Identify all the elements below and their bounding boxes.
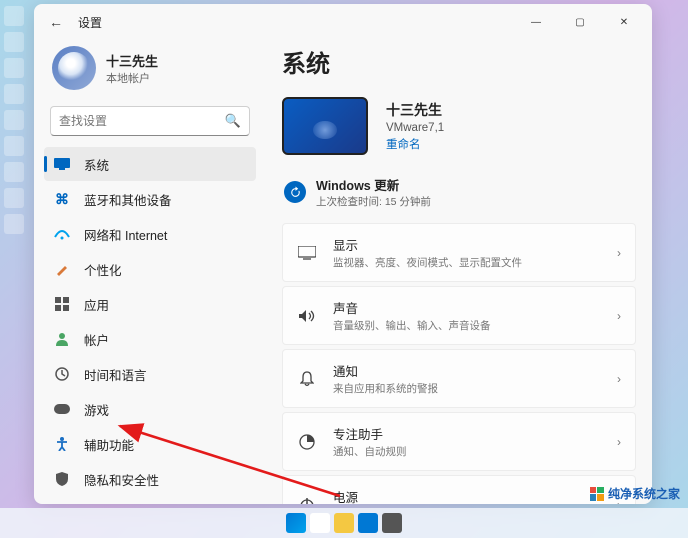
sidebar-item-3[interactable]: 个性化 <box>44 252 256 286</box>
nav-icon <box>54 296 70 312</box>
page-title: 系统 <box>282 44 636 79</box>
update-icon <box>284 181 306 203</box>
device-model: VMware7,1 <box>386 122 444 134</box>
card-title: 声音 <box>333 298 617 317</box>
device-name: 十三先生 <box>386 100 444 120</box>
sidebar-item-5[interactable]: 帐户 <box>44 322 256 356</box>
sidebar-item-2[interactable]: 网络和 Internet <box>44 217 256 251</box>
card-title: 通知 <box>333 361 617 380</box>
display-icon <box>297 246 317 260</box>
nav-label: 系统 <box>84 155 109 174</box>
update-subtitle: 上次检查时间: 15 分钟前 <box>316 194 431 209</box>
taskbar-app[interactable] <box>382 513 402 533</box>
search-box[interactable]: 🔍 <box>50 106 250 136</box>
nav-icon <box>54 401 70 417</box>
card-subtitle: 音量级别、输出、输入、声音设备 <box>333 318 617 333</box>
nav-label: 应用 <box>84 295 109 314</box>
sidebar-item-9[interactable]: 隐私和安全性 <box>44 462 256 496</box>
desktop-icons <box>0 0 28 538</box>
nav-label: 帐户 <box>84 330 109 349</box>
card-title: 电源 <box>333 487 617 504</box>
window-title: 设置 <box>78 14 102 31</box>
sidebar-item-1[interactable]: ⌘ 蓝牙和其他设备 <box>44 182 256 216</box>
rename-link[interactable]: 重命名 <box>386 136 444 152</box>
nav-label: 个性化 <box>84 260 122 279</box>
watermark-logo <box>590 487 604 501</box>
chevron-right-icon: › <box>617 435 621 449</box>
nav-icon: ⌘ <box>54 191 70 207</box>
settings-card-power[interactable]: 电源睡眠、电池使用情况、节电模式› <box>282 475 636 504</box>
windows-update-row[interactable]: Windows 更新 上次检查时间: 15 分钟前 <box>282 169 636 223</box>
avatar <box>52 46 96 90</box>
nav-label: 蓝牙和其他设备 <box>84 190 172 209</box>
back-button[interactable]: ← <box>42 8 70 36</box>
power-icon <box>297 497 317 505</box>
settings-card-display[interactable]: 显示监视器、亮度、夜间模式、显示配置文件› <box>282 223 636 282</box>
sidebar-item-7[interactable]: 游戏 <box>44 392 256 426</box>
watermark-text: 纯净系统之家 <box>608 487 680 501</box>
chevron-right-icon: › <box>617 372 621 386</box>
nav-icon <box>54 261 70 277</box>
card-subtitle: 监视器、亮度、夜间模式、显示配置文件 <box>333 255 617 270</box>
card-title: 显示 <box>333 235 617 254</box>
taskbar-search[interactable] <box>310 513 330 533</box>
titlebar: ← 设置 — ▢ ✕ <box>34 4 652 40</box>
nav-icon <box>54 366 70 382</box>
nav-label: 时间和语言 <box>84 365 147 384</box>
sidebar-item-6[interactable]: 时间和语言 <box>44 357 256 391</box>
nav-label: 隐私和安全性 <box>84 470 159 489</box>
nav-label: 游戏 <box>84 400 109 419</box>
settings-card-notifications[interactable]: 通知来自应用和系统的警报› <box>282 349 636 408</box>
sidebar-item-0[interactable]: 系统 <box>44 147 256 181</box>
taskbar-edge[interactable] <box>358 513 378 533</box>
nav-icon <box>54 471 70 487</box>
chevron-right-icon: › <box>617 246 621 260</box>
settings-card-focus[interactable]: 专注助手通知、自动规则› <box>282 412 636 471</box>
sound-icon <box>297 309 317 323</box>
profile-name: 十三先生 <box>106 51 158 70</box>
nav-label: 网络和 Internet <box>84 225 167 244</box>
nav-icon <box>54 331 70 347</box>
sidebar-item-4[interactable]: 应用 <box>44 287 256 321</box>
update-title: Windows 更新 <box>316 175 431 194</box>
settings-card-sound[interactable]: 声音音量级别、输出、输入、声音设备› <box>282 286 636 345</box>
chevron-right-icon: › <box>617 309 621 323</box>
nav-icon <box>54 226 70 242</box>
profile-block[interactable]: 十三先生 本地帐户 <box>44 40 256 104</box>
watermark: 纯净系统之家 <box>590 485 680 502</box>
sidebar-item-10[interactable]: Windows 更新 <box>44 497 256 504</box>
nav-list: 系统 ⌘ 蓝牙和其他设备网络和 Internet 个性化应用帐户时间和语言游戏辅助功能… <box>44 146 256 504</box>
device-monitor-icon <box>282 97 368 155</box>
card-title: 专注助手 <box>333 424 617 443</box>
nav-icon <box>54 156 70 172</box>
nav-icon <box>54 436 70 452</box>
search-icon: 🔍 <box>225 113 241 129</box>
card-subtitle: 来自应用和系统的警报 <box>333 381 617 396</box>
settings-window: ← 设置 — ▢ ✕ 十三先生 本地帐户 🔍 <box>34 4 652 504</box>
main-panel: 系统 十三先生 VMware7,1 重命名 Windows 更新 <box>262 40 652 504</box>
taskbar-start[interactable] <box>286 513 306 533</box>
nav-label: 辅助功能 <box>84 435 134 454</box>
minimize-button[interactable]: — <box>516 8 556 36</box>
device-card: 十三先生 VMware7,1 重命名 <box>282 97 636 155</box>
taskbar <box>0 508 688 538</box>
card-subtitle: 通知、自动规则 <box>333 444 617 459</box>
focus-icon <box>297 434 317 450</box>
search-input[interactable] <box>59 114 225 128</box>
sidebar-item-8[interactable]: 辅助功能 <box>44 427 256 461</box>
close-button[interactable]: ✕ <box>604 8 644 36</box>
sidebar: 十三先生 本地帐户 🔍 系统 ⌘ 蓝牙和其他设备网络和 Internet 个性化应用帐… <box>34 40 262 504</box>
maximize-button[interactable]: ▢ <box>560 8 600 36</box>
taskbar-explorer[interactable] <box>334 513 354 533</box>
profile-subtitle: 本地帐户 <box>106 70 158 86</box>
notifications-icon <box>297 371 317 387</box>
